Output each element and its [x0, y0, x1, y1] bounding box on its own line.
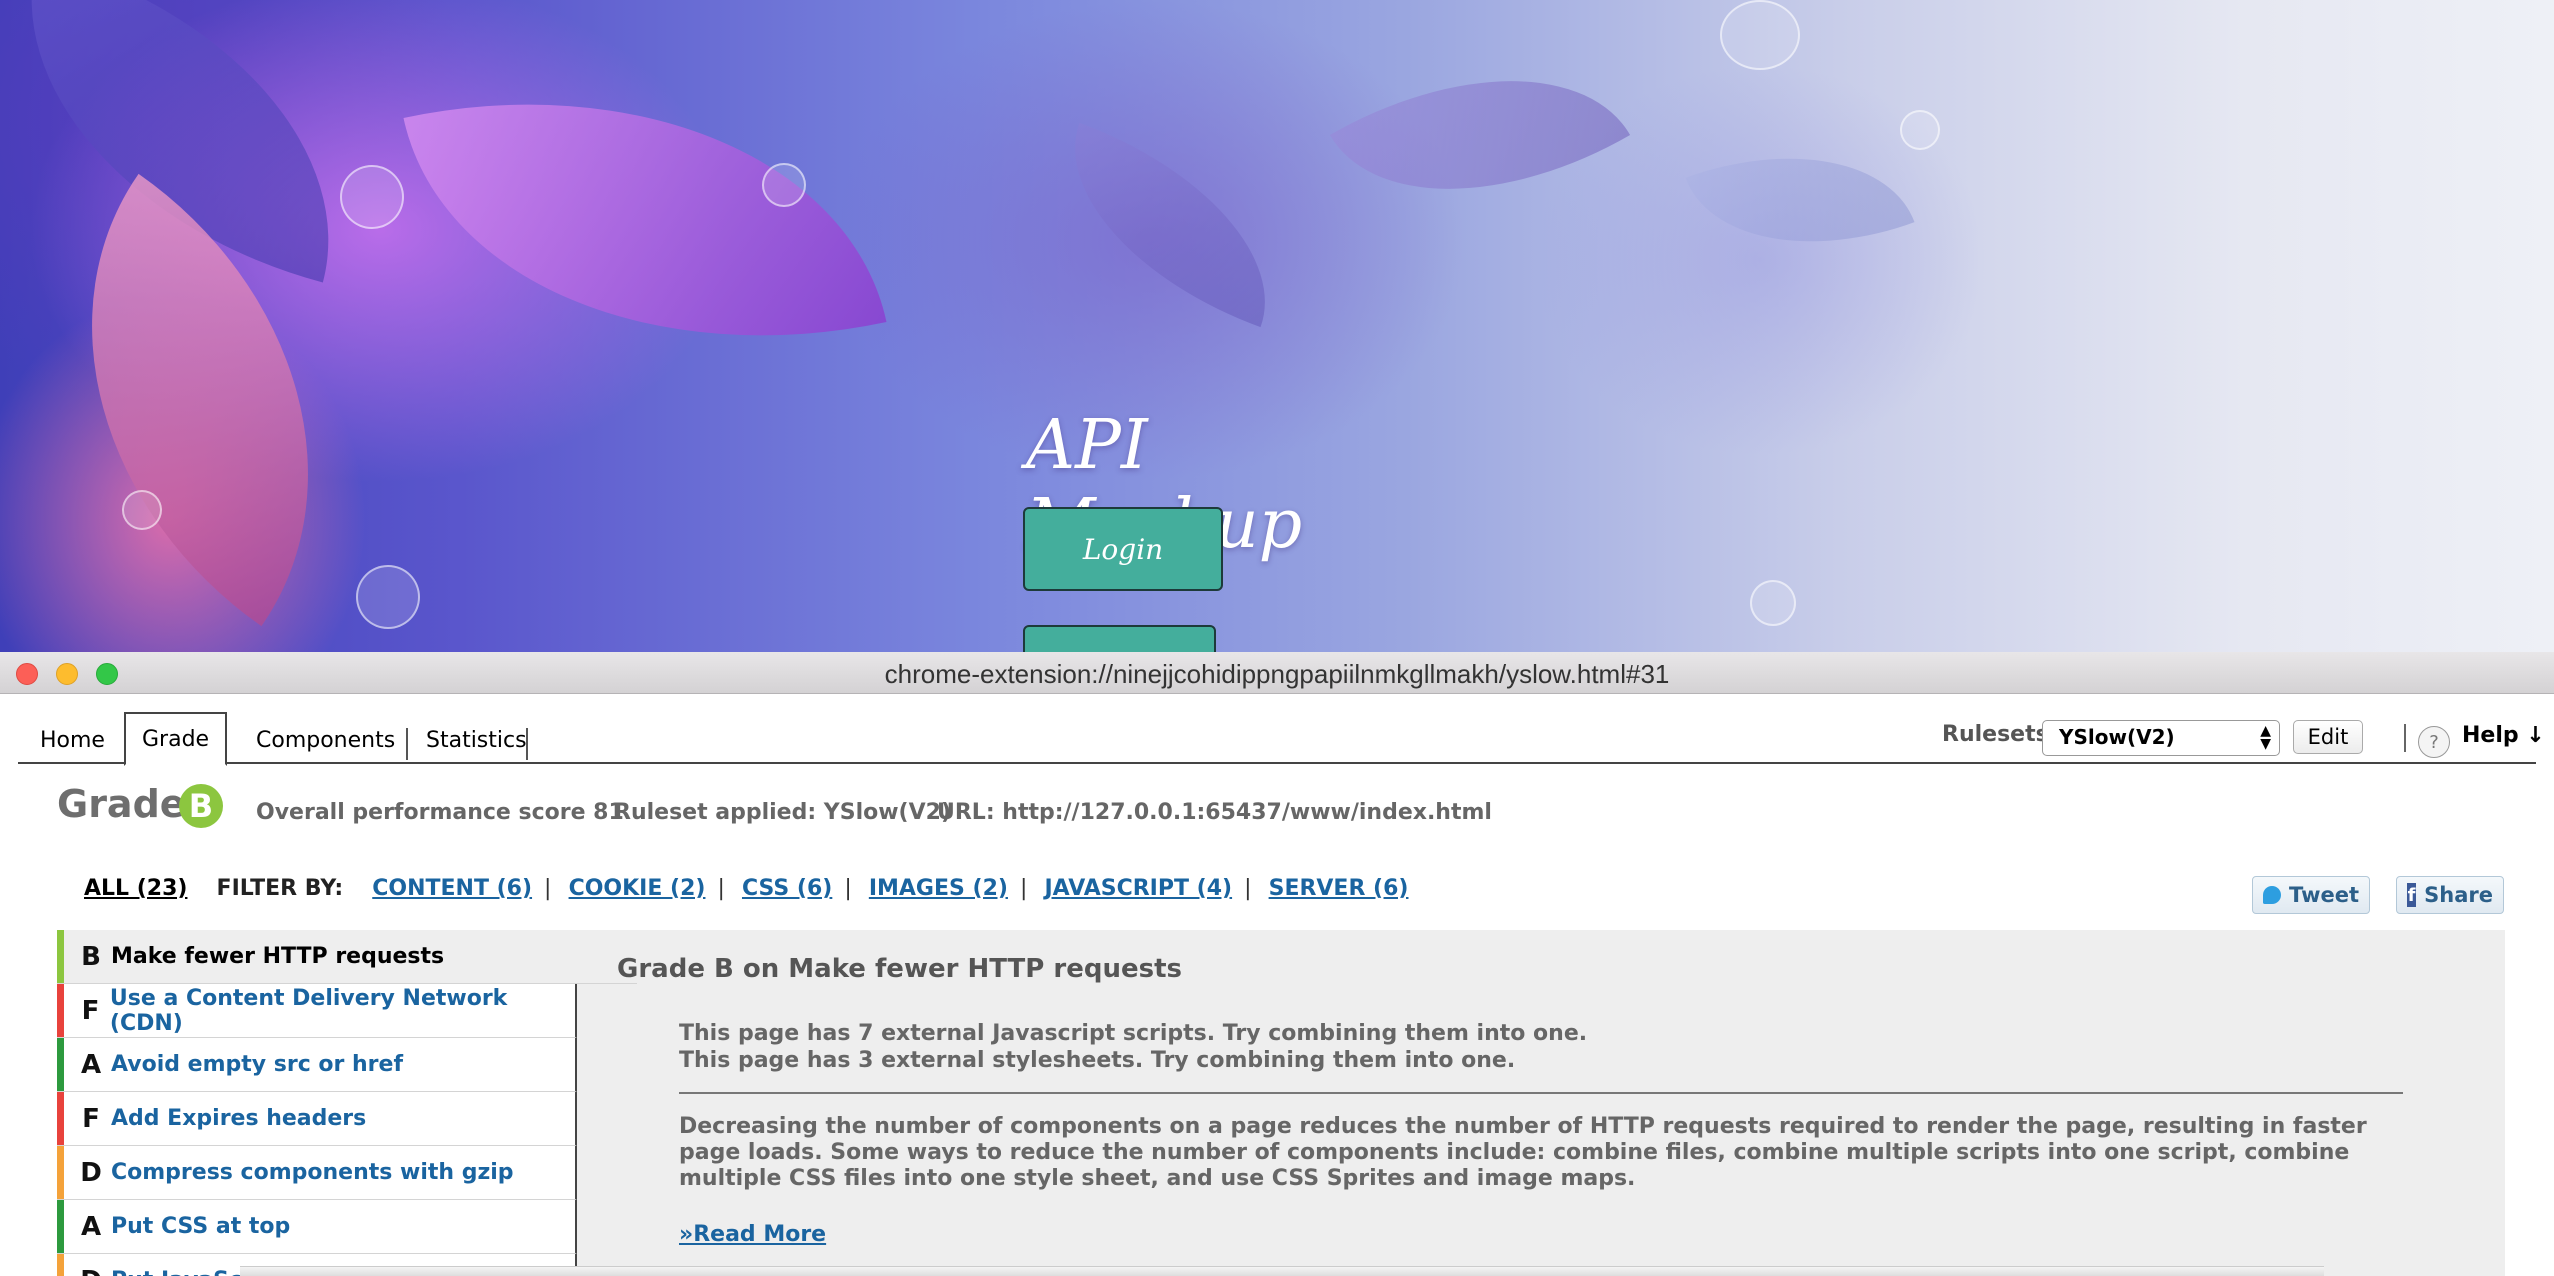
- rule-row[interactable]: F Add Expires headers: [57, 1092, 577, 1146]
- grade-color-bar: [57, 1146, 64, 1199]
- grade-color-bar: [57, 1254, 64, 1276]
- grade-color-bar: [57, 1092, 64, 1145]
- rule-grade: A: [80, 1211, 102, 1242]
- rule-message: This page has 7 external Javascript scri…: [679, 1021, 1588, 1046]
- tab-separator: [526, 728, 528, 760]
- decorative-leaf: [1685, 109, 1915, 291]
- decorative-bubble: [122, 490, 162, 530]
- window-titlebar[interactable]: chrome-extension://ninejjcohidippngpapii…: [0, 652, 2554, 694]
- decorative-bubble: [1720, 0, 1800, 70]
- rule-list: B Make fewer HTTP requests F Use a Content …: [57, 930, 637, 1276]
- edit-ruleset-button[interactable]: Edit: [2293, 720, 2363, 754]
- help-separator: [2404, 724, 2406, 752]
- yslow-window: chrome-extension://ninejjcohidippngpapii…: [0, 652, 2554, 1276]
- read-more-link[interactable]: »Read More: [679, 1222, 826, 1247]
- rule-grade: F: [82, 1103, 100, 1134]
- login-button[interactable]: Login: [1023, 507, 1223, 591]
- tab-home[interactable]: Home: [24, 716, 121, 764]
- rule-detail: Grade B on Make fewer HTTP requests This…: [617, 930, 2465, 1276]
- ruleset-applied: Ruleset applied: YSlow(V2): [614, 800, 952, 825]
- filter-label: FILTER BY:: [216, 876, 344, 901]
- rule-detail-title: Grade B on Make fewer HTTP requests: [617, 954, 1182, 984]
- rule-name[interactable]: Add Expires headers: [111, 1106, 366, 1131]
- rule-row[interactable]: F Use a Content Delivery Network (CDN): [57, 984, 577, 1038]
- page-url: URL: http://127.0.0.1:65437/www/index.ht…: [937, 800, 1492, 825]
- rule-row[interactable]: A Avoid empty src or href: [57, 1038, 577, 1092]
- grade-color-bar: [57, 1200, 64, 1253]
- grade-color-bar: [57, 1038, 64, 1091]
- tweet-button[interactable]: Tweet: [2252, 876, 2370, 914]
- window-bottom-edge: [240, 1266, 2324, 1276]
- rule-description: Decreasing the number of components on a…: [679, 1114, 2367, 1191]
- rule-row[interactable]: D Compress components with gzip: [57, 1146, 577, 1200]
- decorative-leaf: [1329, 5, 1631, 265]
- rule-name[interactable]: Put CSS at top: [111, 1214, 290, 1239]
- background-webpage: API Mashup Login: [0, 0, 2554, 652]
- help-menu[interactable]: Help ↓: [2462, 723, 2545, 748]
- decorative-bubble: [340, 165, 404, 229]
- filter-cookie[interactable]: COOKIE (2): [569, 876, 706, 901]
- rule-row[interactable]: B Make fewer HTTP requests: [57, 930, 637, 984]
- rule-grade: A: [80, 1049, 102, 1080]
- tab-components[interactable]: Components: [240, 716, 411, 764]
- rule-detail-messages: This page has 7 external Javascript scri…: [679, 1020, 1587, 1074]
- rule-grade: D: [80, 1157, 102, 1188]
- window-url: chrome-extension://ninejjcohidippngpapii…: [884, 659, 1670, 689]
- rule-name[interactable]: Use a Content Delivery Network (CDN): [110, 986, 575, 1036]
- grade-color-bar: [57, 930, 64, 983]
- rule-message: This page has 3 external stylesheets. Tr…: [679, 1048, 1516, 1073]
- facebook-icon: f: [2407, 883, 2417, 907]
- rulesets-select[interactable]: YSlow(V2) ▲ ▼: [2042, 720, 2280, 756]
- decorative-bubble: [1900, 110, 1940, 150]
- grade-badge: B: [179, 784, 223, 828]
- tweet-label: Tweet: [2289, 883, 2359, 907]
- rule-name[interactable]: Avoid empty src or href: [111, 1052, 403, 1077]
- rulesets-label: Rulesets: [1942, 722, 2049, 747]
- tab-separator: [406, 728, 408, 760]
- decorative-bubble: [356, 565, 420, 629]
- rule-grade: D: [71, 1266, 111, 1276]
- decorative-leaf: [403, 28, 887, 412]
- grade-summary: Grade B Overall performance score 81 Rul…: [57, 782, 1557, 830]
- rule-grade: B: [81, 941, 101, 972]
- filter-javascript[interactable]: JAVASCRIPT (4): [1044, 876, 1232, 901]
- rule-name[interactable]: Make fewer HTTP requests: [111, 944, 444, 969]
- filter-bar: ALL (23) FILTER BY: CONTENT (6) | COOKIE …: [84, 876, 1409, 901]
- tab-grade[interactable]: Grade: [124, 712, 228, 766]
- divider: [679, 1092, 2403, 1094]
- filter-all[interactable]: ALL (23): [84, 876, 187, 901]
- decorative-bubble: [762, 163, 806, 207]
- rule-row[interactable]: A Put CSS at top: [57, 1200, 577, 1254]
- rulesets-value: YSlow(V2): [2059, 725, 2175, 749]
- facebook-share-button[interactable]: f Share: [2396, 876, 2504, 914]
- select-arrows-icon: ▲ ▼: [2260, 723, 2271, 752]
- help-icon[interactable]: ?: [2418, 726, 2450, 758]
- performance-score: Overall performance score 81: [256, 800, 624, 825]
- results-panel: B Make fewer HTTP requests F Use a Content …: [57, 930, 2505, 1276]
- rule-grade: F: [81, 995, 100, 1026]
- grade-heading: Grade: [57, 782, 186, 826]
- filter-server[interactable]: SERVER (6): [1269, 876, 1409, 901]
- filter-images[interactable]: IMAGES (2): [869, 876, 1008, 901]
- grade-color-bar: [57, 984, 64, 1037]
- rule-name[interactable]: Compress components with gzip: [111, 1160, 514, 1185]
- filter-content[interactable]: CONTENT (6): [372, 876, 532, 901]
- decorative-leaf: [1035, 122, 1305, 328]
- filter-css[interactable]: CSS (6): [742, 876, 832, 901]
- secondary-button[interactable]: [1023, 625, 1216, 652]
- decorative-bubble: [1750, 580, 1796, 626]
- twitter-bird-icon: [2263, 886, 2282, 904]
- tab-statistics[interactable]: Statistics: [410, 716, 543, 764]
- share-label: Share: [2424, 883, 2493, 907]
